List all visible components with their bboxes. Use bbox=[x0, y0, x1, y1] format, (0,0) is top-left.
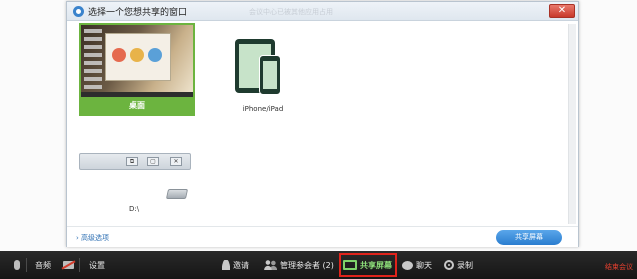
tile-desktop[interactable]: 桌面 bbox=[79, 23, 195, 116]
vertical-scrollbar[interactable] bbox=[568, 24, 576, 224]
advanced-options-link[interactable]: › 高级选项 bbox=[76, 233, 109, 243]
settings-label: 设置 bbox=[89, 260, 105, 270]
share-screen-confirm-button[interactable]: 共享屏幕 bbox=[496, 230, 562, 245]
app-logo-icon bbox=[73, 6, 84, 17]
record-icon bbox=[444, 260, 454, 270]
tile-desktop-label: 桌面 bbox=[129, 101, 145, 110]
manage-participants-label: 管理参会者 (2) bbox=[280, 260, 334, 270]
window-picker-area: 桌面 iPhone/iPad ⧉ ▢ ✕ D:\ bbox=[71, 23, 574, 226]
close-button[interactable]: ✕ bbox=[549, 4, 575, 18]
record-button[interactable]: 录制 bbox=[444, 251, 473, 279]
iphone-screen bbox=[263, 61, 277, 89]
desktop-thumbnail bbox=[81, 25, 193, 97]
close-icon: ✕ bbox=[557, 5, 567, 16]
tile-drive-label: D:\ bbox=[129, 205, 140, 213]
divider bbox=[79, 258, 80, 272]
person-icon bbox=[222, 260, 230, 270]
tile-iphone-ipad[interactable]: iPhone/iPad bbox=[213, 33, 313, 123]
microphone-icon bbox=[14, 260, 20, 270]
tile-iphone-ipad-label: iPhone/iPad bbox=[242, 105, 284, 113]
dialog-faded-title: 会议中心已被其他应用占用 bbox=[249, 8, 333, 16]
manage-participants-button[interactable]: 管理参会者 (2) bbox=[264, 251, 334, 279]
divider bbox=[26, 258, 27, 272]
tile-drive[interactable]: ⧉ ▢ ✕ D:\ bbox=[79, 153, 195, 218]
chat-button[interactable]: 聊天 bbox=[402, 251, 432, 279]
share-window-dialog: 选择一个您想共享的窗口 会议中心已被其他应用占用 ✕ 桌面 iPhone/iPa… bbox=[66, 1, 579, 247]
iphone-icon bbox=[259, 55, 281, 95]
share-screen-highlight bbox=[339, 253, 397, 277]
dialog-title: 选择一个您想共享的窗口 bbox=[88, 8, 188, 18]
invite-label: 邀请 bbox=[233, 260, 249, 270]
audio-button[interactable]: 音频 bbox=[14, 251, 51, 279]
app-window: 选择一个您想共享的窗口 会议中心已被其他应用占用 ✕ 桌面 iPhone/iPa… bbox=[0, 0, 637, 279]
drive-window-bar: ⧉ ▢ ✕ bbox=[79, 153, 191, 170]
settings-button[interactable]: 设置 bbox=[63, 251, 105, 279]
maximize-icon: ▢ bbox=[147, 157, 159, 166]
chat-label: 聊天 bbox=[416, 260, 432, 270]
audio-label: 音频 bbox=[35, 260, 51, 270]
thumbnail-window bbox=[105, 33, 171, 81]
invite-button[interactable]: 邀请 bbox=[222, 251, 249, 279]
restore-icon: ⧉ bbox=[126, 157, 138, 166]
thumbnail-circle bbox=[130, 48, 144, 62]
hard-drive-icon bbox=[165, 189, 189, 199]
chat-bubble-icon bbox=[402, 260, 413, 270]
camera-off-icon bbox=[63, 261, 74, 269]
close-small-icon: ✕ bbox=[170, 157, 182, 166]
participants-icon bbox=[264, 260, 277, 270]
thumbnail-circle bbox=[112, 48, 126, 62]
meeting-toolbar: 音频 设置 邀请 管理参会者 (2) 共享屏幕 聊天 录制 结束会议 bbox=[0, 251, 637, 279]
desktop-icons bbox=[84, 29, 102, 91]
end-meeting-button[interactable]: 结束会议 bbox=[605, 262, 633, 272]
dialog-footer: › 高级选项 共享屏幕 bbox=[67, 226, 578, 247]
record-label: 录制 bbox=[457, 260, 473, 270]
dialog-titlebar: 选择一个您想共享的窗口 会议中心已被其他应用占用 ✕ bbox=[67, 2, 578, 21]
thumbnail-circle bbox=[148, 48, 162, 62]
